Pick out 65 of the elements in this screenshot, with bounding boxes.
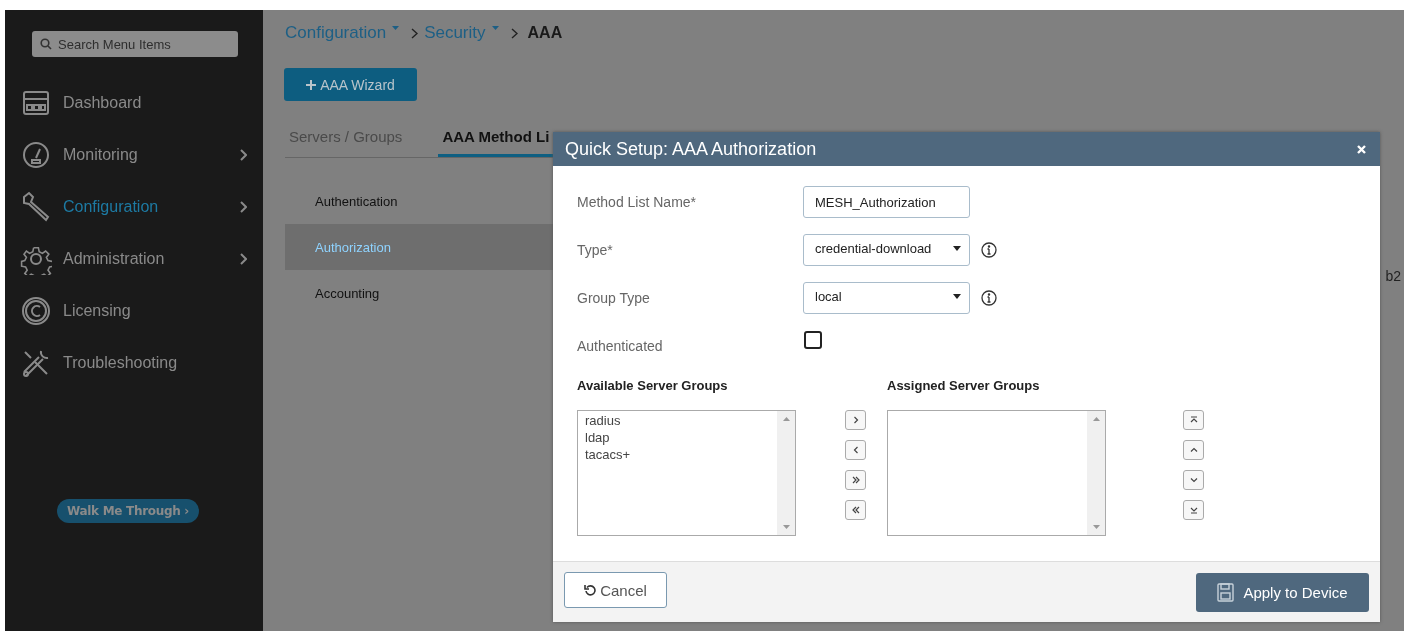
caret-down-icon (392, 26, 400, 30)
wrench-icon (20, 191, 52, 223)
text-field[interactable]: MESH_Authorization (803, 186, 970, 218)
move-bottom-button[interactable] (1183, 500, 1204, 520)
undo-icon (584, 584, 597, 596)
double-chevron-right-icon (850, 475, 861, 485)
chevron-up-icon (1188, 445, 1199, 455)
available-groups-heading: Available Server Groups (577, 378, 729, 393)
sidebar-item[interactable]: Configuration (5, 181, 263, 233)
field-label: Method List Name* (577, 194, 698, 210)
scroll-up-icon[interactable] (782, 417, 790, 421)
method-list-item[interactable]: Authorization (285, 224, 553, 270)
move-down-button[interactable] (1183, 470, 1204, 490)
chevron-to-top-icon (1188, 415, 1199, 425)
listbox[interactable]: radius ldap tacacs+ (577, 410, 796, 536)
field-label: Authenticated (577, 338, 664, 354)
plus-icon (306, 79, 317, 90)
field-label: Type* (577, 242, 614, 258)
caret-down-icon (953, 245, 961, 251)
dialog-title: Quick Setup: AAA Authorization (565, 138, 817, 160)
move-all-right-button[interactable] (845, 470, 866, 490)
close-icon[interactable] (1357, 144, 1366, 154)
method-list-item[interactable]: Authentication (285, 178, 553, 224)
sidebar-item[interactable]: Licensing (5, 285, 263, 337)
tools-icon (21, 348, 51, 378)
scroll-down-icon[interactable] (1092, 525, 1100, 529)
caret-down-icon (491, 26, 499, 30)
double-chevron-left-icon (850, 505, 861, 515)
listbox[interactable] (887, 410, 1106, 536)
sidebar-item[interactable]: Administration (5, 233, 263, 285)
chevron-to-bottom-icon (1188, 505, 1199, 515)
cancel-button[interactable]: Cancel (564, 572, 667, 608)
field-label: Group Type (577, 290, 651, 306)
copyright-icon (21, 296, 51, 326)
sidebar-item[interactable]: Troubleshooting (5, 337, 263, 389)
search-field[interactable]: Search Menu Items (32, 31, 238, 57)
list-option[interactable]: tacacs+ (585, 446, 770, 463)
dropdown[interactable]: local (803, 282, 970, 314)
move-top-button[interactable] (1183, 410, 1204, 430)
apply-to-device-button[interactable]: Apply to Device (1196, 572, 1369, 612)
move-up-button[interactable] (1183, 440, 1204, 460)
aaa-wizard-button[interactable]: AAA Wizard (284, 68, 417, 101)
dashboard-icon (22, 90, 50, 116)
assigned-groups-heading: Assigned Server Groups (887, 378, 1041, 393)
search-icon (40, 38, 52, 50)
chevron-right-icon (411, 27, 419, 39)
list-option[interactable]: ldap (585, 429, 770, 446)
checkbox[interactable] (804, 331, 822, 349)
scroll-up-icon[interactable] (1092, 417, 1100, 421)
chevron-right-icon (510, 27, 518, 39)
table-cell-text: b2 (1385, 268, 1401, 284)
method-list-item[interactable]: Accounting (285, 270, 553, 316)
caret-down-icon (953, 293, 961, 299)
move-all-left-button[interactable] (845, 500, 866, 520)
breadcrumb-current: AAA (527, 24, 563, 42)
chevron-down-icon (1188, 475, 1199, 485)
scroll-down-icon[interactable] (782, 525, 790, 529)
sidebar-item[interactable]: Dashboard (5, 77, 263, 129)
save-icon (1217, 582, 1235, 602)
move-left-button[interactable] (845, 440, 866, 460)
move-right-button[interactable] (845, 410, 866, 430)
list-option[interactable]: radius (585, 412, 770, 429)
gauge-icon (22, 141, 50, 169)
dropdown[interactable]: credential-download (803, 234, 970, 266)
sidebar-item[interactable]: Monitoring (5, 129, 263, 181)
